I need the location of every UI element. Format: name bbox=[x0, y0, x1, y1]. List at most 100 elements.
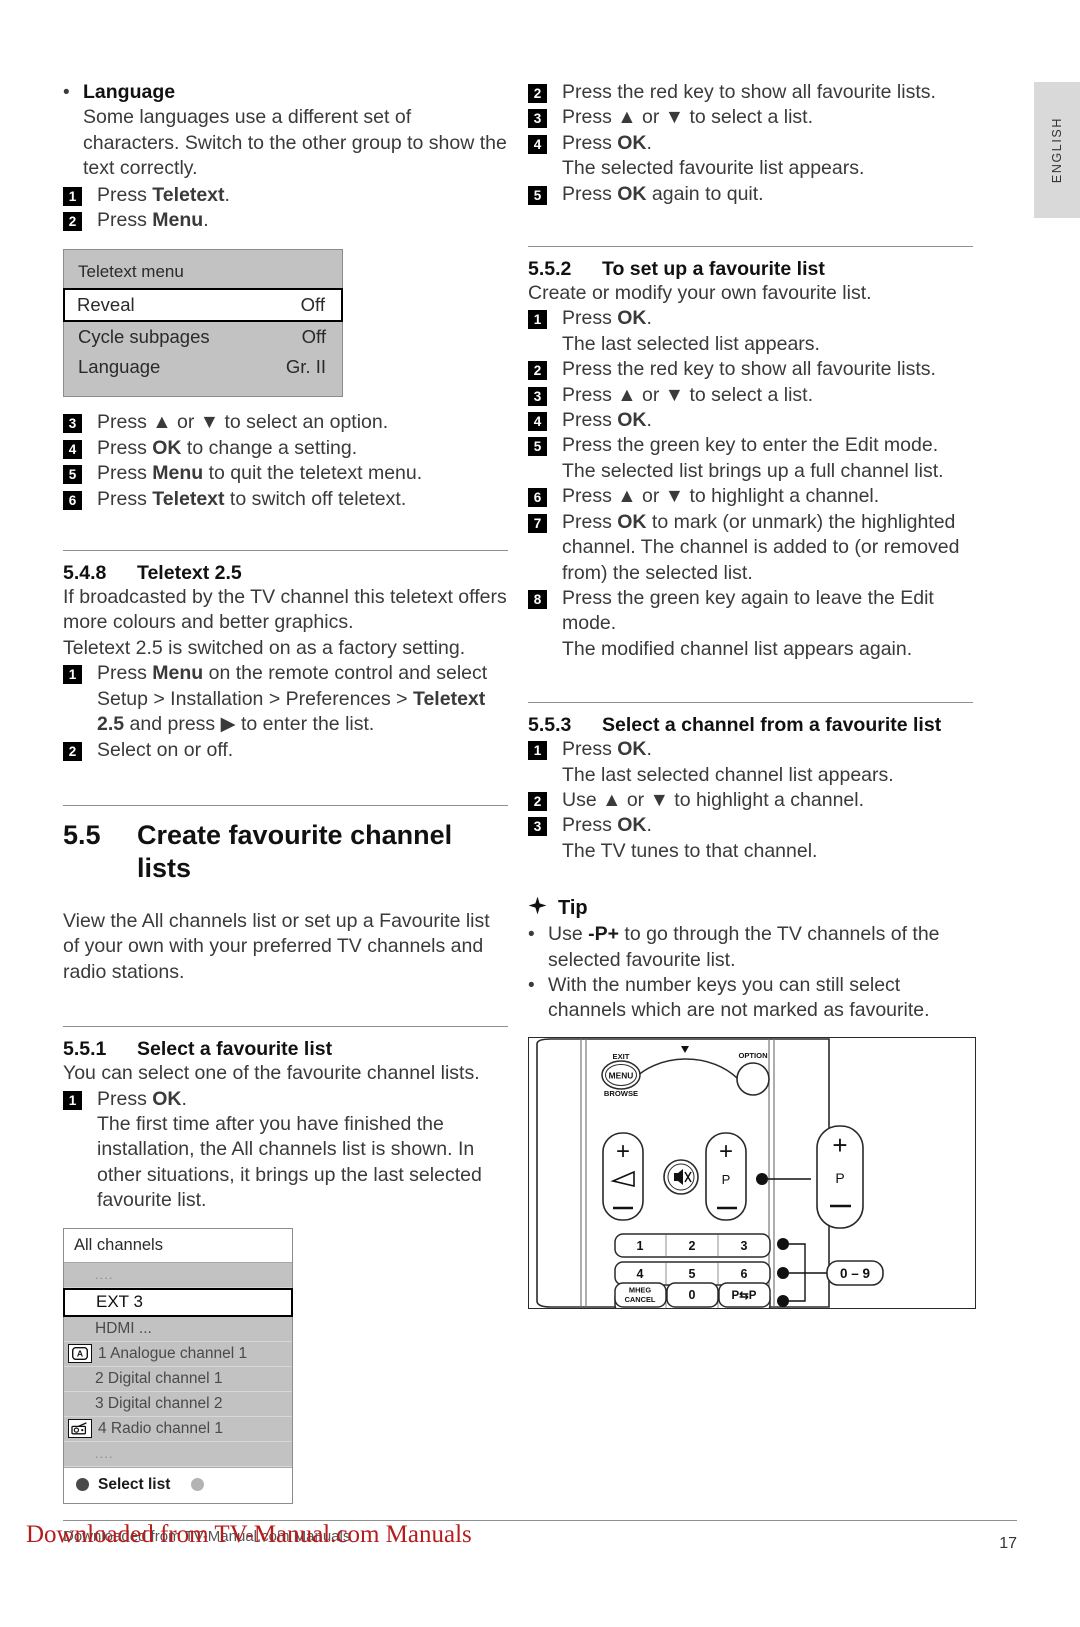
step-number: 3 bbox=[528, 109, 547, 129]
step-number: 5 bbox=[63, 465, 82, 485]
step-text: Press the green key to enter the Edit mo… bbox=[562, 434, 939, 457]
step-item: 1 Press OK. bbox=[63, 1087, 508, 1112]
step-text: Press ▲ or ▼ to select a list. bbox=[562, 383, 814, 406]
row-label: Reveal bbox=[77, 294, 135, 316]
step-item: 1 Press Teletext. bbox=[63, 183, 508, 208]
step-text: Use ▲ or ▼ to highlight a channel. bbox=[562, 788, 865, 811]
language-steps: 1 Press Teletext. 2 Press Menu. bbox=[63, 183, 508, 234]
step-text-after: to quit the teletext menu. bbox=[203, 462, 423, 485]
section-divider bbox=[528, 702, 973, 704]
program-p-label: P bbox=[722, 1172, 731, 1187]
step-keyword: OK bbox=[617, 131, 647, 154]
step-text: Press the red key to show all favourite … bbox=[562, 81, 936, 103]
remote-control-diagram: MENU EXIT BROWSE OPTION + + P + P 1 2 3 … bbox=[528, 1037, 976, 1314]
step-continuation: The TV tunes to that channel. bbox=[562, 839, 818, 862]
step-text-before: Press bbox=[562, 738, 618, 761]
page-number: 17 bbox=[999, 1535, 1017, 1552]
step-number: 1 bbox=[63, 1090, 82, 1110]
step-item: 5 Press Menu to quit the teletext menu. bbox=[63, 461, 508, 486]
bullet-icon: • bbox=[63, 82, 70, 103]
step-text: Press Menu to quit the teletext menu. bbox=[82, 461, 508, 486]
zero-label: 0 bbox=[689, 1288, 696, 1302]
language-title: Language bbox=[83, 81, 176, 103]
step-item: 6 Press ▲ or ▼ to highlight a channel. bbox=[528, 484, 973, 509]
list-item-radio-1[interactable]: 4 Radio channel 1 bbox=[64, 1417, 292, 1442]
step-item: 3 Press ▲ or ▼ to select a list. bbox=[528, 105, 973, 130]
step-item: 2 Press Menu. bbox=[63, 208, 508, 233]
row-value: Off bbox=[300, 294, 325, 316]
section-55: 5.5 Create favourite channel lists View … bbox=[63, 804, 508, 985]
list-item-analogue-1[interactable]: A 1 Analogue channel 1 bbox=[64, 1342, 292, 1367]
bullet-icon: • bbox=[528, 924, 535, 946]
program-plus-label: + bbox=[719, 1138, 733, 1165]
list-item-digital-2[interactable]: 3 Digital channel 2 bbox=[64, 1392, 292, 1417]
manual-page: ENGLISH • Language Some languages use a … bbox=[0, 0, 1080, 1627]
step-text-before: Press bbox=[562, 814, 618, 837]
step-item: 4 Press OK to change a setting. bbox=[63, 436, 508, 461]
list-item-hdmi[interactable]: HDMI ... bbox=[64, 1317, 292, 1342]
section-number: 5.4.8 bbox=[63, 562, 107, 585]
teletext-menu-row-reveal[interactable]: Reveal Off bbox=[63, 288, 343, 323]
grey-key-dot bbox=[191, 1478, 205, 1492]
section-heading: 5.5 Create favourite channel lists bbox=[63, 819, 508, 885]
step-number: 3 bbox=[63, 414, 82, 434]
section-heading: 5.4.8 Teletext 2.5 bbox=[63, 562, 508, 585]
step-keyword: Teletext bbox=[152, 183, 225, 206]
tip-block: Tip • Use -P+ to go through the TV chann… bbox=[528, 896, 973, 1024]
step-text-after: . bbox=[646, 131, 652, 154]
step-item: 2 Use ▲ or ▼ to highlight a channel. bbox=[528, 788, 973, 813]
section-number: 5.5.1 bbox=[63, 1038, 107, 1061]
step-continuation: The first time after you have finished t… bbox=[97, 1112, 482, 1212]
step-number: 2 bbox=[528, 791, 547, 811]
step-item: 4 Press OK. bbox=[528, 408, 973, 433]
step-item: 4 Press OK. bbox=[528, 131, 973, 156]
row-label: Cycle subpages bbox=[78, 326, 210, 348]
callout-plus-label: + bbox=[832, 1130, 847, 1160]
step-text: Press Teletext. bbox=[82, 183, 508, 208]
section-552: 5.5.2 To set up a favourite list Create … bbox=[528, 246, 973, 662]
step-text: Press the green key again to leave the E… bbox=[562, 586, 934, 635]
step-continuation: The selected list brings up a full chann… bbox=[562, 459, 944, 482]
section-title: Select a favourite list bbox=[137, 1038, 333, 1061]
step-text-before: Press bbox=[97, 462, 153, 485]
right-column: 2 Press the red key to show all favourit… bbox=[528, 80, 973, 1024]
menu-label: MENU bbox=[609, 1071, 634, 1081]
step-number: 8 bbox=[528, 589, 547, 609]
step-text: Press the red key to show all favourite … bbox=[562, 358, 936, 381]
list-item-label: 3 Digital channel 2 bbox=[95, 1394, 223, 1412]
option-label: OPTION bbox=[738, 1051, 767, 1060]
section-heading: 5.5.3 Select a channel from a favourite … bbox=[528, 714, 973, 737]
volume-plus-label: + bbox=[616, 1138, 630, 1165]
list-item-label: 2 Digital channel 1 bbox=[95, 1369, 223, 1387]
teletext-menu-row-language[interactable]: Language Gr. II bbox=[64, 352, 342, 382]
swap-label: P⇆P bbox=[732, 1290, 757, 1302]
left-column: • Language Some languages use a differen… bbox=[63, 80, 508, 1504]
step-text-after: . bbox=[203, 209, 209, 232]
section-55-body: View the All channels list or set up a F… bbox=[63, 909, 490, 983]
list-item-ext3[interactable]: EXT 3 bbox=[63, 1287, 293, 1317]
step-keyword: OK bbox=[617, 510, 647, 533]
step-keyword: OK bbox=[617, 307, 647, 330]
list-item-digital-1[interactable]: 2 Digital channel 1 bbox=[64, 1367, 292, 1392]
step-text: Press OK. bbox=[547, 306, 973, 331]
step-item: 3 Press OK. bbox=[528, 813, 973, 838]
svg-text:3: 3 bbox=[741, 1239, 748, 1253]
step-keyword: Teletext bbox=[152, 487, 225, 510]
list-item[interactable]: .... bbox=[64, 1442, 292, 1467]
step-text: Press OK to mark (or unmark) the highlig… bbox=[547, 510, 973, 586]
list-item[interactable]: .... bbox=[64, 1263, 292, 1288]
row-label: Language bbox=[78, 356, 161, 378]
section-divider bbox=[63, 550, 508, 552]
language-bullet: • Language Some languages use a differen… bbox=[63, 80, 508, 182]
step-number: 2 bbox=[528, 361, 547, 381]
step-number: 5 bbox=[528, 437, 547, 457]
step-number: 6 bbox=[63, 490, 82, 510]
step-keyword: OK bbox=[617, 814, 647, 837]
step-item: 8 Press the green key again to leave the… bbox=[528, 586, 973, 637]
teletext-menu-steps: 3 Press ▲ or ▼ to select an option. 4 Pr… bbox=[63, 410, 508, 512]
section-heading: 5.5.1 Select a favourite list bbox=[63, 1038, 508, 1061]
tip-keyword: -P+ bbox=[588, 923, 619, 946]
step-text: Press ▲ or ▼ to select a list. bbox=[562, 106, 814, 129]
svg-text:2: 2 bbox=[689, 1239, 696, 1253]
teletext-menu-row-cycle-subpages[interactable]: Cycle subpages Off bbox=[64, 322, 342, 352]
